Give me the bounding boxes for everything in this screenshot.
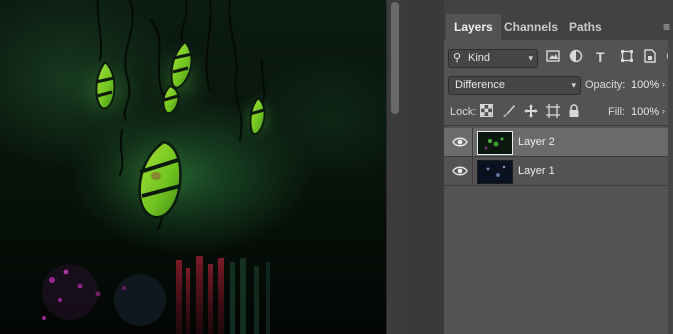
layer-thumbnail: [477, 131, 513, 155]
layers-panel: Layers Channels Paths ≡ ⚲ Kind ▾ T Diffe…: [444, 0, 673, 334]
tab-layers[interactable]: Layers: [446, 14, 501, 40]
panel-tab-bar: Layers Channels Paths ≡: [444, 0, 673, 40]
panel-scroll-edge: [668, 40, 673, 334]
type-filter-icon[interactable]: T: [596, 49, 612, 66]
lock-all-icon[interactable]: [568, 104, 584, 120]
visibility-eye-icon[interactable]: [452, 135, 468, 149]
panel-divider: [444, 125, 673, 126]
fill-input[interactable]: 100%: [631, 106, 659, 118]
scrollbar-thumb[interactable]: [391, 2, 399, 114]
filter-kind-select[interactable]: ⚲ Kind ▾: [448, 49, 538, 68]
adjustment-filter-icon[interactable]: [569, 49, 585, 66]
image-filter-icon[interactable]: [546, 49, 562, 66]
chevron-down-icon: ▾: [528, 53, 533, 63]
lock-position-icon[interactable]: [524, 104, 540, 120]
lock-image-icon[interactable]: [502, 104, 518, 120]
fill-chevron-icon[interactable]: ›: [662, 106, 665, 116]
opacity-label: Opacity:: [585, 79, 626, 91]
blend-mode-value: Difference: [455, 79, 505, 91]
opacity-input[interactable]: 100%: [631, 79, 659, 91]
blend-mode-select[interactable]: Difference ▾: [448, 76, 581, 95]
tab-channels[interactable]: Channels: [496, 14, 566, 40]
layer-thumbnail: [477, 160, 513, 184]
canvas-vertical-scrollbar[interactable]: [386, 0, 403, 334]
tab-paths[interactable]: Paths: [561, 14, 610, 40]
panel-menu-icon[interactable]: ≡: [663, 20, 673, 34]
document-canvas[interactable]: [0, 0, 386, 334]
fill-label: Fill:: [608, 106, 626, 118]
lock-transparency-icon[interactable]: [480, 104, 496, 120]
canvas-artwork: [42, 0, 283, 334]
layer-name: Layer 1: [518, 165, 555, 177]
panel-dock-gap: [402, 0, 444, 334]
layer-row-layer-1[interactable]: Layer 1: [444, 157, 668, 186]
layer-name: Layer 2: [518, 136, 555, 148]
filter-kind-label: Kind: [468, 52, 491, 64]
lock-artboard-icon[interactable]: [546, 104, 562, 120]
smart-object-filter-icon[interactable]: [644, 49, 660, 66]
search-icon: ⚲: [453, 52, 462, 64]
shape-filter-icon[interactable]: [620, 49, 636, 66]
layer-row-layer-2[interactable]: Layer 2: [444, 128, 668, 157]
lock-label: Lock:: [450, 106, 477, 118]
opacity-chevron-icon[interactable]: ›: [662, 79, 665, 89]
visibility-eye-icon[interactable]: [452, 164, 468, 178]
chevron-down-icon: ▾: [571, 80, 576, 90]
